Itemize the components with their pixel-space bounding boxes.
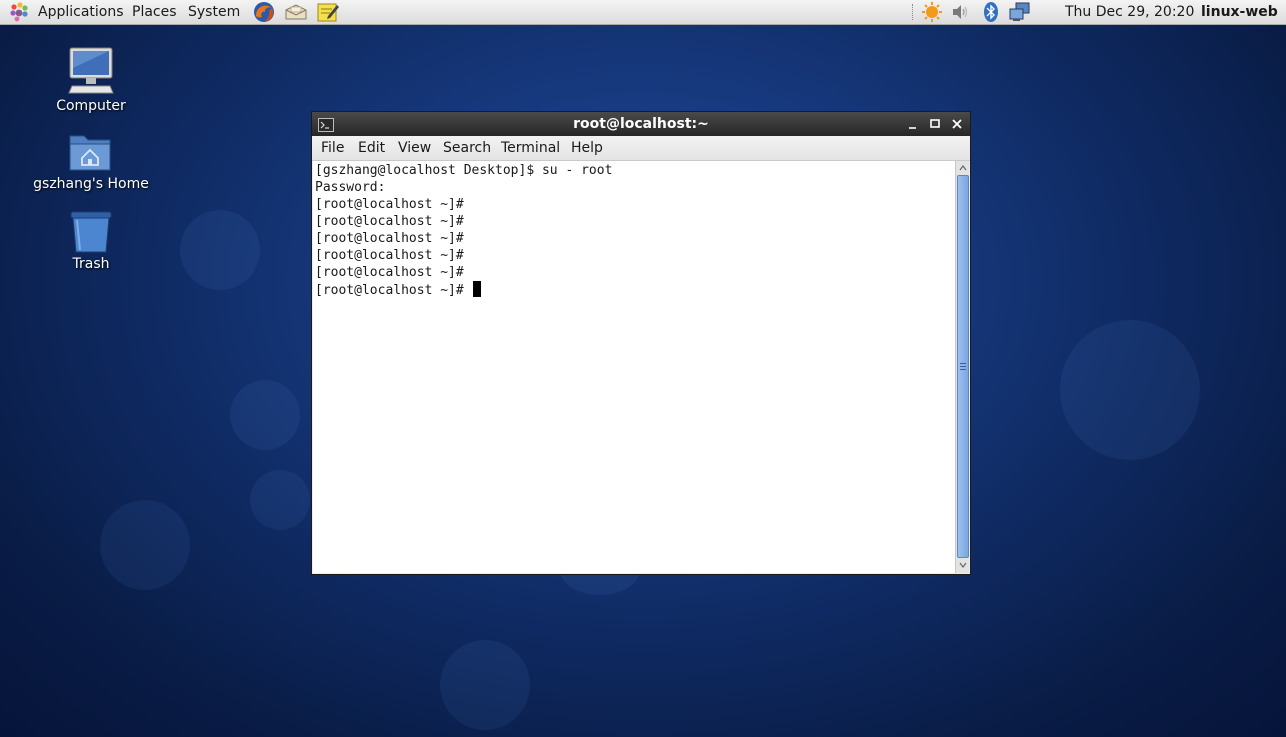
desktop-icon-trash[interactable]: Trash <box>26 210 156 272</box>
volume-icon[interactable] <box>948 1 972 23</box>
terminal-output[interactable]: [gszhang@localhost Desktop]$ su - root P… <box>313 161 955 573</box>
trash-icon <box>26 210 156 254</box>
maximize-button[interactable] <box>926 115 944 133</box>
terminal-prompt: [root@localhost ~]# <box>315 283 472 298</box>
menu-view[interactable]: View <box>398 136 431 160</box>
desktop-icon-computer[interactable]: Computer <box>26 46 156 114</box>
gnome-foot-icon[interactable] <box>8 1 32 23</box>
wallpaper-bokeh <box>230 380 300 450</box>
menu-terminal[interactable]: Terminal <box>501 136 560 160</box>
applications-menu[interactable]: Applications <box>38 0 124 24</box>
menu-file[interactable]: File <box>321 136 344 160</box>
menu-search[interactable]: Search <box>443 136 491 160</box>
firefox-icon[interactable] <box>252 1 276 23</box>
terminal-line: [root@localhost ~]# <box>315 231 464 246</box>
minimize-button[interactable] <box>904 115 922 133</box>
desktop-icon-label: Trash <box>72 256 110 272</box>
scroll-grip-line <box>960 366 966 367</box>
mail-icon[interactable] <box>284 1 308 23</box>
scroll-up-arrow-icon[interactable] <box>957 162 969 174</box>
terminal-line: [root@localhost ~]# <box>315 265 464 280</box>
terminal-line: [gszhang@localhost Desktop]$ su - root <box>315 163 613 178</box>
desktop-icon-label: gszhang's Home <box>33 176 149 192</box>
terminal-line: [root@localhost ~]# <box>315 197 464 212</box>
terminal-line: Password: <box>315 180 386 195</box>
system-menu[interactable]: System <box>188 0 240 24</box>
wallpaper-bokeh <box>100 500 190 590</box>
wallpaper-bokeh <box>440 640 530 730</box>
terminal-prompt-line: [root@localhost ~]# <box>315 281 481 298</box>
terminal-window[interactable]: root@localhost:~ File Edit View Search T… <box>311 111 971 575</box>
terminal-line: [root@localhost ~]# <box>315 214 464 229</box>
menu-help[interactable]: Help <box>571 136 603 160</box>
desktop-icon-home[interactable]: gszhang's Home <box>26 130 156 192</box>
window-titlebar[interactable]: root@localhost:~ <box>312 112 970 136</box>
panel-hostname[interactable]: linux-web <box>1201 0 1278 24</box>
scroll-grip-line <box>960 363 966 364</box>
bluetooth-icon[interactable] <box>979 1 1003 23</box>
home-folder-icon <box>26 130 156 174</box>
update-icon[interactable] <box>920 1 944 23</box>
panel-clock[interactable]: Thu Dec 29, 20:20 <box>1065 0 1194 24</box>
terminal-line: [root@localhost ~]# <box>315 248 464 263</box>
terminal-scrollbar[interactable] <box>955 161 969 573</box>
panel-separator <box>912 4 915 20</box>
scroll-thumb[interactable] <box>957 175 969 558</box>
computer-icon <box>26 46 156 96</box>
window-title: root@localhost:~ <box>573 116 709 132</box>
close-button[interactable] <box>948 115 966 133</box>
wallpaper-bokeh <box>250 470 310 530</box>
menu-edit[interactable]: Edit <box>358 136 385 160</box>
terminal-menubar: File Edit View Search Terminal Help <box>312 136 970 161</box>
scroll-grip-line <box>960 369 966 370</box>
desktop-icon-label: Computer <box>56 98 126 114</box>
text-cursor <box>472 281 481 297</box>
wallpaper-bokeh <box>1060 320 1200 460</box>
places-menu[interactable]: Places <box>132 0 177 24</box>
notes-icon[interactable] <box>316 1 340 23</box>
network-icon[interactable] <box>1008 1 1032 23</box>
scroll-down-arrow-icon[interactable] <box>957 559 969 571</box>
top-panel: Applications Places System Thu Dec 29, 2… <box>0 0 1286 25</box>
wallpaper-bokeh <box>180 210 260 290</box>
